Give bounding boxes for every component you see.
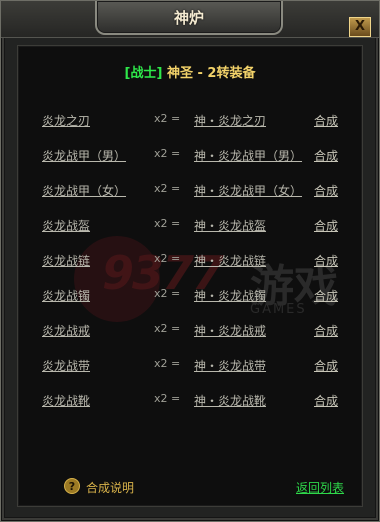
recipe-row: 炎龙战甲（女） x2 = 神・炎龙战甲（女） 合成 xyxy=(18,180,362,200)
recipe-row: 炎龙战带 x2 = 神・炎龙战带 合成 xyxy=(18,355,362,375)
result-item-link[interactable]: 神・炎龙战盔 xyxy=(194,217,266,234)
shen-lu-window: 神炉 X 9377 游戏 GAMES [战士] 神圣 - 2转装备 炎龙之刃 x… xyxy=(0,0,380,522)
compose-link[interactable]: 合成 xyxy=(314,112,338,129)
recipe-row: 炎龙战靴 x2 = 神・炎龙战靴 合成 xyxy=(18,390,362,410)
close-button[interactable]: X xyxy=(349,17,371,37)
result-item-link[interactable]: 神・炎龙战戒 xyxy=(194,322,266,339)
help-label[interactable]: 合成说明 xyxy=(86,479,134,496)
compose-link[interactable]: 合成 xyxy=(314,392,338,409)
panel-header: [战士] 神圣 - 2转装备 xyxy=(18,62,362,81)
result-item-link[interactable]: 神・炎龙战甲（男） xyxy=(194,147,302,164)
compose-link[interactable]: 合成 xyxy=(314,287,338,304)
recipe-row: 炎龙战镯 x2 = 神・炎龙战镯 合成 xyxy=(18,285,362,305)
multiplier-text: x2 = xyxy=(154,357,181,370)
multiplier-text: x2 = xyxy=(154,112,181,125)
title-tab: 神炉 xyxy=(95,1,283,35)
watermark-circle xyxy=(74,236,160,322)
compose-link[interactable]: 合成 xyxy=(314,357,338,374)
result-item-link[interactable]: 神・炎龙之刃 xyxy=(194,112,266,129)
class-label: [战士] xyxy=(124,66,163,81)
recipe-row: 炎龙之刃 x2 = 神・炎龙之刃 合成 xyxy=(18,110,362,130)
compose-link[interactable]: 合成 xyxy=(314,147,338,164)
multiplier-text: x2 = xyxy=(154,182,181,195)
recipe-row: 炎龙战盔 x2 = 神・炎龙战盔 合成 xyxy=(18,215,362,235)
back-to-list-link[interactable]: 返回列表 xyxy=(296,479,344,496)
compose-link[interactable]: 合成 xyxy=(314,322,338,339)
multiplier-text: x2 = xyxy=(154,147,181,160)
multiplier-text: x2 = xyxy=(154,322,181,335)
source-item-link[interactable]: 炎龙战带 xyxy=(42,357,90,374)
source-item-link[interactable]: 炎龙战镯 xyxy=(42,287,90,304)
multiplier-text: x2 = xyxy=(154,252,181,265)
title-bar[interactable]: 神炉 X xyxy=(1,1,379,38)
multiplier-text: x2 = xyxy=(154,392,181,405)
source-item-link[interactable]: 炎龙战甲（男） xyxy=(42,147,126,164)
compose-link[interactable]: 合成 xyxy=(314,182,338,199)
recipe-row: 炎龙战戒 x2 = 神・炎龙战戒 合成 xyxy=(18,320,362,340)
header-title: 神圣 - 2转装备 xyxy=(166,66,256,81)
source-item-link[interactable]: 炎龙之刃 xyxy=(42,112,90,129)
source-item-link[interactable]: 炎龙战甲（女） xyxy=(42,182,126,199)
recipe-row: 炎龙战甲（男） x2 = 神・炎龙战甲（男） 合成 xyxy=(18,145,362,165)
result-item-link[interactable]: 神・炎龙战靴 xyxy=(194,392,266,409)
source-item-link[interactable]: 炎龙战戒 xyxy=(42,322,90,339)
source-item-link[interactable]: 炎龙战靴 xyxy=(42,392,90,409)
multiplier-text: x2 = xyxy=(154,217,181,230)
result-item-link[interactable]: 神・炎龙战镯 xyxy=(194,287,266,304)
result-item-link[interactable]: 神・炎龙战带 xyxy=(194,357,266,374)
multiplier-text: x2 = xyxy=(154,287,181,300)
window-title: 神炉 xyxy=(173,9,204,27)
question-icon[interactable]: ? xyxy=(64,478,80,494)
game-screen: 神炉 X 9377 游戏 GAMES [战士] 神圣 - 2转装备 炎龙之刃 x… xyxy=(0,0,380,522)
compose-link[interactable]: 合成 xyxy=(314,217,338,234)
source-item-link[interactable]: 炎龙战链 xyxy=(42,252,90,269)
compose-link[interactable]: 合成 xyxy=(314,252,338,269)
result-item-link[interactable]: 神・炎龙战链 xyxy=(194,252,266,269)
recipe-row: 炎龙战链 x2 = 神・炎龙战链 合成 xyxy=(18,250,362,270)
result-item-link[interactable]: 神・炎龙战甲（女） xyxy=(194,182,302,199)
source-item-link[interactable]: 炎龙战盔 xyxy=(42,217,90,234)
recipe-panel: 9377 游戏 GAMES [战士] 神圣 - 2转装备 炎龙之刃 x2 = 神… xyxy=(17,45,363,507)
